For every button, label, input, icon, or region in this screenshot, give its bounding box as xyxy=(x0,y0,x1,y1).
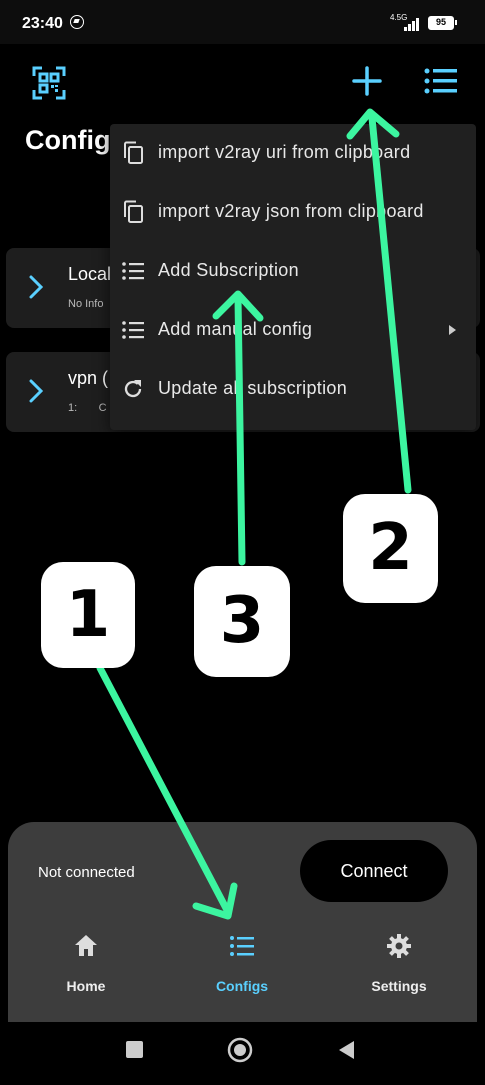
step-badge-1: 1 xyxy=(41,562,135,668)
add-config-popup-menu: import v2ray uri from clipboard import v… xyxy=(110,124,476,430)
connection-status: Not connected xyxy=(38,864,135,881)
menu-item-label: Update all subscription xyxy=(158,378,348,398)
battery-indicator: 95 xyxy=(428,16,457,30)
add-config-button[interactable] xyxy=(350,64,384,98)
menu-item-label: Add Subscription xyxy=(158,260,299,280)
qr-scan-button[interactable] xyxy=(32,66,66,100)
nav-home[interactable]: Home xyxy=(31,932,141,1012)
config-name: vpn ( xyxy=(68,368,109,388)
list-icon xyxy=(122,321,144,339)
chevron-right-icon[interactable] xyxy=(26,272,48,302)
copy-icon xyxy=(124,200,143,223)
refresh-icon xyxy=(124,380,142,398)
menu-item-add-subscription[interactable]: Add Subscription xyxy=(110,242,476,300)
gear-icon xyxy=(387,934,411,958)
menu-item-add-manual-config[interactable]: Add manual config xyxy=(110,301,476,359)
status-time: 23:40 xyxy=(22,15,63,32)
copy-icon xyxy=(124,141,143,164)
telegram-icon xyxy=(70,15,84,29)
connect-button[interactable]: Connect xyxy=(300,840,448,902)
menu-item-label: import v2ray json from clipboard xyxy=(158,201,424,221)
step-badge-3: 3 xyxy=(194,566,290,677)
qr-code-icon xyxy=(32,66,66,100)
list-icon xyxy=(122,262,144,280)
list-icon xyxy=(424,68,457,94)
step-badge-2: 2 xyxy=(343,494,438,603)
nav-label: Settings xyxy=(371,978,427,994)
config-info: 1: C xyxy=(68,402,107,414)
menu-item-import-uri-clipboard[interactable]: import v2ray uri from clipboard xyxy=(110,124,476,182)
system-navigation-bar xyxy=(0,1022,485,1080)
submenu-arrow-icon xyxy=(449,325,456,335)
home-circle-icon[interactable] xyxy=(227,1037,253,1063)
config-name: Local xyxy=(68,264,112,284)
nav-settings[interactable]: Settings xyxy=(344,932,454,1012)
overflow-menu-button[interactable] xyxy=(424,66,458,96)
home-icon xyxy=(75,935,97,956)
nav-label: Home xyxy=(66,978,106,994)
recents-icon[interactable] xyxy=(126,1041,143,1058)
chevron-right-icon[interactable] xyxy=(26,376,48,406)
status-bar: 23:40 4.5G 95 xyxy=(0,0,485,44)
nav-label: Configs xyxy=(215,978,269,994)
list-icon xyxy=(230,936,254,956)
menu-item-import-json-clipboard[interactable]: import v2ray json from clipboard xyxy=(110,183,476,241)
plus-icon xyxy=(352,66,382,96)
menu-item-update-all-subscription[interactable]: Update all subscription xyxy=(110,360,476,418)
back-icon[interactable] xyxy=(339,1041,354,1059)
menu-item-label: import v2ray uri from clipboard xyxy=(158,142,411,162)
menu-item-label: Add manual config xyxy=(158,319,313,339)
signal-icon xyxy=(400,17,422,31)
config-info: No Info xyxy=(68,298,104,310)
connection-panel: Not connected Connect Home Configs Setti… xyxy=(8,822,477,1022)
nav-configs[interactable]: Configs xyxy=(187,932,297,1012)
